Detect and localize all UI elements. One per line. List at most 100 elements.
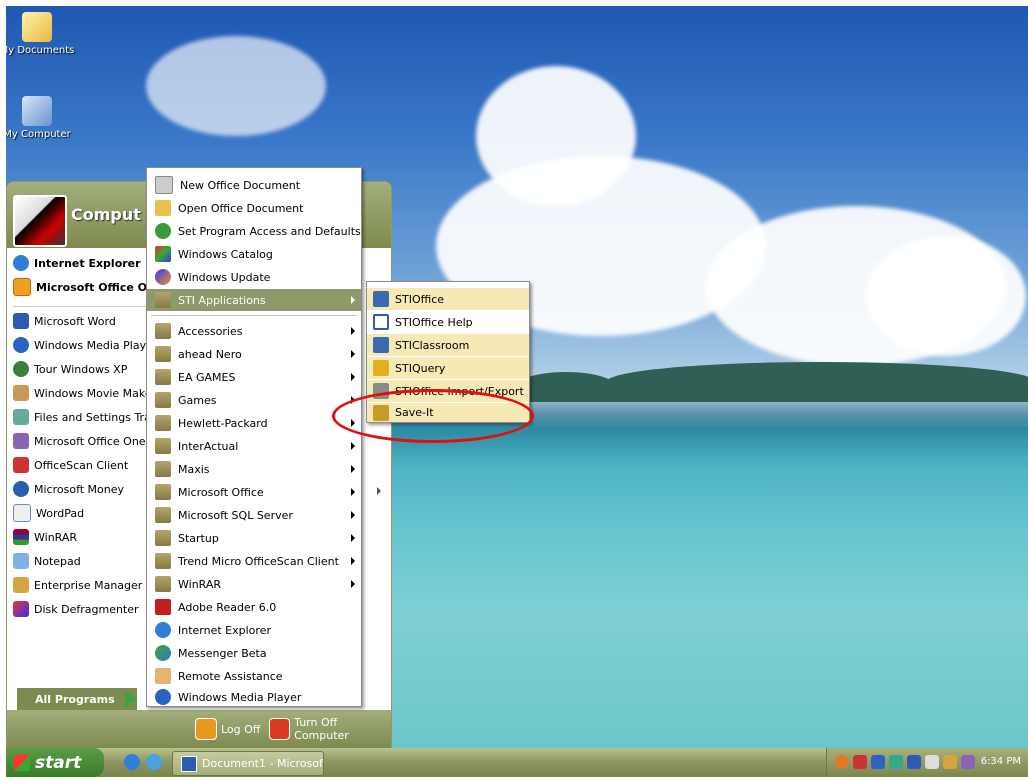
menu-item-set-program-access[interactable]: Set Program Access and Defaults [147,220,361,242]
key-icon [195,718,217,740]
menu-item-windows-media-player[interactable]: Windows Media Player [147,688,361,706]
menu-item-ea-games[interactable]: EA GAMES [147,366,361,388]
word-icon [181,755,197,772]
quicklaunch-internet-explorer-icon[interactable] [124,754,140,770]
menu-item-games[interactable]: Games [147,389,361,411]
recent-item-label: Windows Media Playe [34,338,153,352]
tray-sql-icon[interactable] [943,755,957,769]
menu-item-label: Internet Explorer [178,623,271,637]
recent-item-label: Files and Settings Tra [34,410,151,424]
menu-item-sti-applications[interactable]: STI Applications [147,289,361,311]
scenery [866,236,1026,356]
turn-off-label: Turn Off Computer [294,716,349,742]
menu-item-label: Windows Media Player [178,690,302,704]
menu-item-stiquery[interactable]: STIQuery [367,357,529,379]
open-folder-icon [155,200,171,216]
folder-icon [155,507,171,523]
tray-mail-icon[interactable] [925,755,939,769]
submenu-arrow-icon [351,327,355,335]
menu-item-label: Games [178,393,217,407]
menu-item-label: STIOffice Help [395,315,473,329]
all-programs-menu: New Office Document Open Office Document… [146,167,362,707]
media-player-icon [155,689,171,705]
menu-item-microsoft-office[interactable]: Microsoft Office [147,481,361,503]
tray-messenger-icon[interactable] [889,755,903,769]
user-avatar[interactable] [13,195,67,247]
desktop-icon-my-computer[interactable]: My Computer [6,96,82,140]
menu-item-internet-explorer[interactable]: Internet Explorer [147,619,361,641]
menu-item-windows-catalog[interactable]: Windows Catalog [147,243,361,265]
desktop-icon-label: My Documents [6,45,75,56]
menu-item-startup[interactable]: Startup [147,527,361,549]
menu-item-stioffice-help[interactable]: STIOffice Help [367,311,529,333]
program-access-icon [155,223,171,239]
turn-off-computer-button[interactable]: Turn Off Computer [269,716,391,742]
tray-antivirus-icon[interactable] [871,755,885,769]
menu-item-windows-update[interactable]: Windows Update [147,266,361,288]
remote-assistance-icon [155,668,171,684]
recent-item-label: Microsoft Word [34,314,116,328]
desktop-icon-my-documents[interactable]: My Documents [6,12,82,56]
windows-catalog-icon [155,246,171,262]
new-document-icon [155,176,173,194]
start-button[interactable]: start [6,748,104,777]
menu-item-label: STIClassroom [395,338,470,352]
scenery [146,36,326,136]
recent-item-label: WinRAR [34,530,78,544]
folder-icon [155,576,171,592]
folder-icon [155,323,171,339]
taskbar-button-document1[interactable]: Document1 - Microsof... [172,751,324,776]
menu-item-sticlassroom[interactable]: STIClassroom [367,334,529,356]
tray-onenote-icon[interactable] [961,755,975,769]
recent-item-label: Windows Movie Make [34,386,152,400]
folder-icon [155,346,171,362]
menu-item-messenger-beta[interactable]: Messenger Beta [147,642,361,664]
arrow-right-icon [124,690,137,708]
menu-separator [151,315,357,316]
menu-item-label: Windows Catalog [178,247,273,261]
internet-explorer-icon [13,255,29,271]
folder-icon [155,292,171,308]
menu-item-label: Remote Assistance [178,669,283,683]
system-clock: 6:34 PM [980,756,1021,767]
menu-item-trend-micro-officescan[interactable]: Trend Micro OfficeScan Client [147,550,361,572]
submenu-arrow-icon [351,534,355,542]
recent-item-label: OfficeScan Client [34,458,129,472]
menu-item-stioffice[interactable]: STIOffice [367,288,529,310]
media-player-icon [13,337,29,353]
recent-item-label: Enterprise Manager [34,578,143,592]
submenu-arrow-icon [351,350,355,358]
movie-maker-icon [13,385,29,401]
all-programs-button[interactable]: All Programs [17,688,137,710]
tray-expand-icon[interactable] [835,755,849,769]
menu-item-ahead-nero[interactable]: ahead Nero [147,343,361,365]
menu-item-label: WinRAR [178,577,222,591]
word-icon [13,313,29,329]
enterprise-manager-icon [13,577,29,593]
menu-item-accessories[interactable]: Accessories [147,320,361,342]
desktop: My Documents My Computer Comput Internet… [6,6,1028,748]
menu-item-adobe-reader[interactable]: Adobe Reader 6.0 [147,596,361,618]
menu-item-label: New Office Document [180,178,301,192]
menu-item-maxis[interactable]: Maxis [147,458,361,480]
quicklaunch-browser-icon[interactable] [146,754,162,770]
messenger-icon [155,645,171,661]
folder-icon [155,438,171,454]
menu-item-microsoft-sql-server[interactable]: Microsoft SQL Server [147,504,361,526]
notepad-icon [13,553,29,569]
menu-item-new-office-document[interactable]: New Office Document [147,174,361,196]
menu-item-open-office-document[interactable]: Open Office Document [147,197,361,219]
menu-item-label: Startup [178,531,219,545]
menu-item-label: STIQuery [395,361,446,375]
menu-item-remote-assistance[interactable]: Remote Assistance [147,665,361,687]
tray-network-icon[interactable] [853,755,867,769]
internet-explorer-icon [155,622,171,638]
recent-item-label: Disk Defragmenter [34,602,139,616]
folder-icon [155,484,171,500]
menu-item-interactual[interactable]: InterActual [147,435,361,457]
desktop-icon-label: My Computer [6,129,71,140]
menu-item-hewlett-packard[interactable]: Hewlett-Packard [147,412,361,434]
log-off-button[interactable]: Log Off [195,718,260,740]
tray-monitor-icon[interactable] [907,755,921,769]
menu-item-winrar-folder[interactable]: WinRAR [147,573,361,595]
